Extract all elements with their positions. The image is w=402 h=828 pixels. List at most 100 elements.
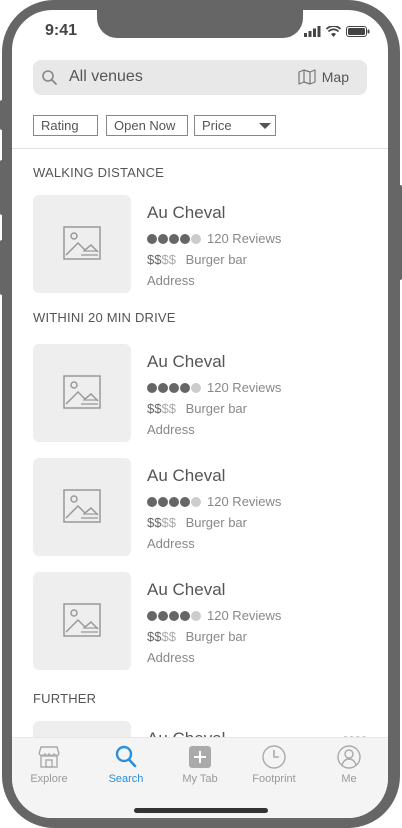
venue-address: Address [147,273,195,288]
add-square-icon [189,746,211,768]
price-level-active: $$ [147,252,162,267]
price-level-active: $$ [147,515,162,530]
venue-thumbnail [33,344,131,442]
tab-me[interactable]: Me [314,744,384,785]
search-bar[interactable]: All venues Map [33,60,367,95]
rating-dot-filled [147,496,157,507]
venue-rating: 120 Reviews [147,494,281,509]
chevron-down-icon [259,123,271,129]
venue-price-category: $$$$ Burger bar [147,629,247,644]
rating-dot-filled [180,496,190,507]
notch [97,10,303,38]
clock-icon [262,745,286,769]
search-icon [42,70,57,85]
volume-up-button [0,160,4,215]
venue-card[interactable]: Au Cheval 120 Reviews $$$$ Burger bar Ad… [33,344,367,442]
venue-rating: 120 Reviews [147,380,281,395]
search-icon [115,745,137,768]
venue-reviews: 120 Reviews [207,380,282,395]
venue-rating: 120 Reviews [147,608,281,623]
rating-dot-filled [169,496,179,507]
price-level-inactive: $$ [161,629,176,644]
tab-explore[interactable]: Explore [14,744,84,785]
rating-dot-empty [191,610,201,621]
price-level-active: $$ [147,629,162,644]
venue-thumbnail [33,458,131,556]
venue-category: Burger bar [185,401,247,416]
section-title-walking: WALKING DISTANCE [33,165,165,180]
rating-dot-filled [180,610,190,621]
map-icon [298,69,316,85]
rating-dot-filled [147,233,157,244]
price-level-inactive: $$ [161,252,176,267]
search-input[interactable]: All venues [69,68,143,86]
venue-rating: 120 Reviews [147,231,281,246]
venue-address: Address [147,536,195,551]
tab-footprint-label: Footprint [252,773,296,785]
screen: 9:41 All venues Map Rating Open Now Pric… [12,10,388,818]
rating-dot-filled [158,382,168,393]
volume-down-button [0,240,4,295]
battery-icon [346,26,370,37]
status-time: 9:41 [45,22,78,39]
venue-category: Burger bar [185,629,247,644]
rating-dot-empty [191,496,201,507]
tab-my-tab[interactable]: My Tab [165,744,235,785]
venue-reviews: 120 Reviews [207,494,282,509]
price-filter-dropdown[interactable]: Price [194,115,276,136]
map-button[interactable]: Map [298,69,349,85]
venue-name: Au Cheval [147,352,226,371]
venue-price-category: $$$$ Burger bar [147,401,247,416]
venue-price-category: $$$$ Burger bar [147,515,247,530]
venue-address: Address [147,650,195,665]
venue-reviews: 120 Reviews [207,608,282,623]
price-level-active: $$ [147,401,162,416]
section-title-further: FURTHER [33,691,97,706]
rating-dot-filled [158,610,168,621]
wifi-icon [326,26,341,37]
mute-switch [0,100,4,130]
image-placeholder-icon [63,375,101,409]
rating-dot-filled [147,382,157,393]
venue-name: Au Cheval [147,580,226,599]
rating-dot-filled [169,610,179,621]
tab-footprint[interactable]: Footprint [239,744,309,785]
home-indicator [134,808,268,813]
venue-reviews: 120 Reviews [207,231,282,246]
tab-search[interactable]: Search [91,744,161,785]
open-now-filter-button[interactable]: Open Now [106,115,188,136]
venue-name: Au Cheval [147,203,226,222]
tab-explore-label: Explore [30,773,68,785]
status-icons [304,26,370,37]
rating-dot-filled [147,610,157,621]
price-level-inactive: $$ [161,401,176,416]
venue-card[interactable]: Au Cheval 120 Reviews $$$$ Burger bar Ad… [33,195,367,293]
venue-price-category: $$$$ Burger bar [147,252,247,267]
rating-dot-filled [169,382,179,393]
price-level-inactive: $$ [161,515,176,530]
venue-card[interactable]: Au Cheval 120 Reviews $$$$ Burger bar Ad… [33,458,367,556]
image-placeholder-icon [63,489,101,523]
map-button-label: Map [321,69,349,85]
image-placeholder-icon [63,226,101,260]
tab-me-label: Me [341,773,357,785]
rating-dot-filled [180,382,190,393]
cellular-signal-icon [304,26,321,37]
power-button [398,185,402,280]
venue-name: Au Cheval [147,466,226,485]
venue-address: Address [147,422,195,437]
venue-card[interactable]: Au Cheval 120 Reviews $$$$ Burger bar Ad… [33,572,367,670]
tab-search-label: Search [108,773,144,785]
price-filter-label: Price [202,118,232,133]
store-icon [38,746,60,768]
section-title-drive: WITHINI 20 MIN DRIVE [33,310,176,325]
venue-thumbnail [33,195,131,293]
rating-dot-filled [180,233,190,244]
user-icon [337,745,361,769]
tab-my-tab-label: My Tab [182,773,218,785]
tab-bar: Explore Search My Tab Footprint Me [12,737,388,818]
rating-filter-button[interactable]: Rating [33,115,98,136]
venue-category: Burger bar [185,252,247,267]
image-placeholder-icon [63,603,101,637]
rating-dot-empty [191,233,201,244]
